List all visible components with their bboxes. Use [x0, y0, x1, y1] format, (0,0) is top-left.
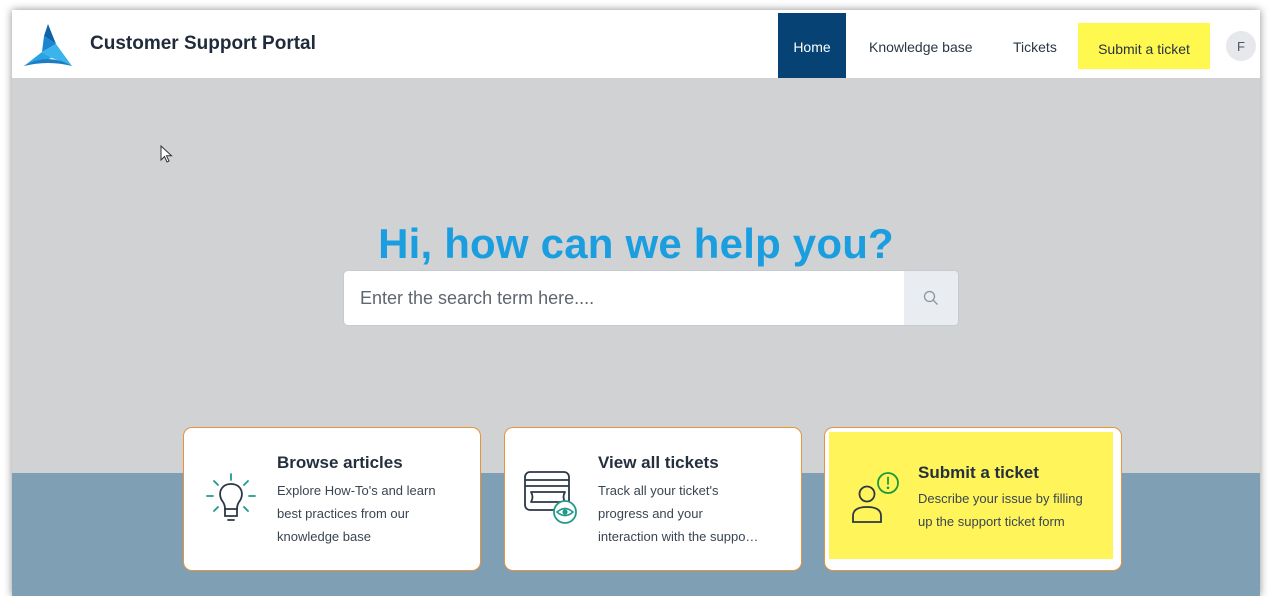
- search-input[interactable]: [344, 271, 922, 325]
- search-icon: [923, 290, 938, 305]
- card-title: Browse articles: [277, 453, 403, 472]
- search-button[interactable]: [904, 271, 958, 325]
- search-box: [343, 270, 959, 326]
- top-navigation-bar: Customer Support Portal Home Knowledge b…: [12, 10, 1260, 78]
- card-title: View all tickets: [598, 453, 719, 472]
- card-browse-articles[interactable]: Browse articles Explore How-To's and lea…: [183, 427, 481, 571]
- card-submit-ticket[interactable]: Submit a ticket Describe your issue by f…: [824, 427, 1122, 571]
- nav-knowledge-base[interactable]: Knowledge base: [869, 39, 973, 55]
- nav-submit-ticket[interactable]: Submit a ticket: [1078, 23, 1210, 69]
- card-description: Describe your issue by filling up the su…: [918, 491, 1083, 529]
- nav-home[interactable]: Home: [778, 13, 846, 78]
- brand-logo-icon[interactable]: [22, 22, 74, 68]
- user-alert-icon: [852, 472, 899, 523]
- card-title: Submit a ticket: [918, 463, 1039, 482]
- portal-title[interactable]: Customer Support Portal: [90, 33, 316, 55]
- lightbulb-icon: [206, 473, 256, 521]
- nav-tickets[interactable]: Tickets: [1013, 39, 1057, 55]
- card-description: Explore How-To's and learn best practice…: [277, 483, 436, 544]
- portal-page: Customer Support Portal Home Knowledge b…: [12, 10, 1260, 596]
- user-avatar[interactable]: F: [1226, 31, 1256, 61]
- card-view-all-tickets[interactable]: View all tickets Track all your ticket's…: [504, 427, 802, 571]
- hero-heading: Hi, how can we help you?: [378, 220, 894, 267]
- ticket-view-icon: [524, 471, 577, 524]
- mouse-cursor-icon: [160, 145, 173, 163]
- card-description: Track all your ticket's progress and you…: [598, 483, 759, 544]
